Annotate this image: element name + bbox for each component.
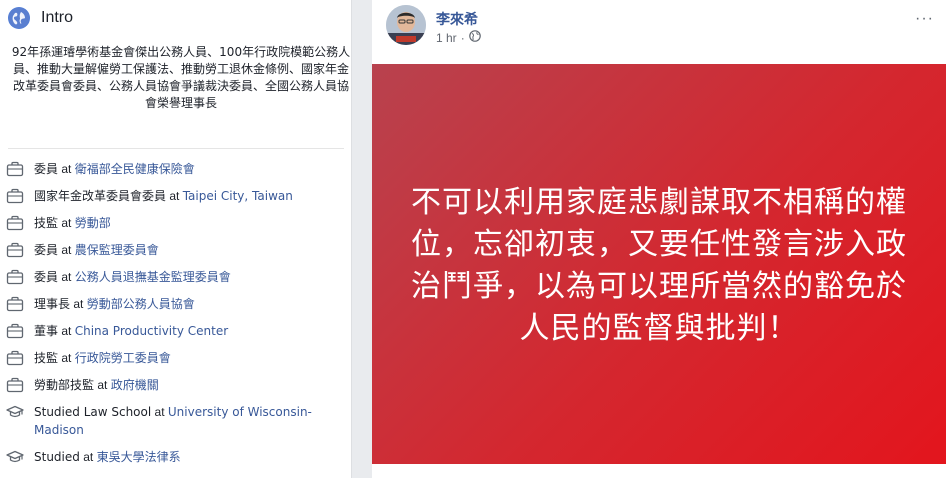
post-text-banner[interactable]: 不可以利用家庭悲劇謀取不相稱的權位，忘卻初衷，又要任性發言涉入政治鬥爭，以為可以… [372,64,946,464]
post-card: 李來希 1 hr · ··· 不可以利用家庭悲劇謀取不相稱的權位，忘卻初衷，又要… [372,0,946,478]
briefcase-icon [6,269,24,285]
intro-items: 委員 at 衛福部全民健康保險會 國家年金改革委員會委員 at Taipei Ci… [6,160,346,475]
intro-item-role: 董事 [34,324,59,338]
intro-item-at: at [58,243,75,257]
intro-item-org-link[interactable]: 勞動部 [75,216,111,230]
intro-list-item: 勞動部技監 at 政府機關 [6,376,346,394]
intro-item-org-link[interactable]: Taipei City, Taiwan [183,189,293,203]
intro-list-item: 國家年金改革委員會委員 at Taipei City, Taiwan [6,187,346,205]
intro-list-item: 理事長 at 勞動部公務人員協會 [6,295,346,313]
intro-item-role: 委員 [34,270,59,284]
intro-item-org-link[interactable]: China Productivity Center [75,324,228,338]
globe-icon[interactable] [468,30,481,45]
intro-item-at: at [79,450,97,464]
intro-item-org-link[interactable]: 勞動部公務人員協會 [87,297,195,311]
briefcase-icon [6,188,24,204]
post-meta: 1 hr · [436,30,481,45]
intro-list-item: 技監 at 勞動部 [6,214,346,232]
intro-item-role: 技監 [34,216,59,230]
briefcase-icon [6,377,24,393]
intro-item-role: 國家年金改革委員會委員 [34,189,167,203]
intro-item-at: at [58,162,75,176]
intro-item-at: at [58,216,75,230]
intro-item-at: at [58,351,75,365]
meta-separator: · [460,30,465,45]
intro-item-at: at [166,189,183,203]
author-avatar[interactable] [386,5,426,45]
intro-list-item: 董事 at China Productivity Center [6,322,346,340]
intro-item-at: at [151,405,168,419]
graduation-cap-icon [6,404,24,420]
intro-item-org-link[interactable]: 行政院勞工委員會 [75,351,171,365]
post-options-button[interactable]: ··· [915,10,934,28]
intro-item-role: Studied Law School [34,405,152,419]
intro-list-item: Studied at 東吳大學法律系 [6,448,346,466]
intro-list-item: Studied Law School at University of Wisc… [6,403,346,439]
intro-item-at: at [58,324,75,338]
briefcase-icon [6,161,24,177]
intro-item-role: 委員 [34,243,59,257]
intro-item-at: at [94,378,111,392]
intro-list-item: 委員 at 農保監理委員會 [6,241,346,259]
briefcase-icon [6,215,24,231]
intro-list-item: 委員 at 公務人員退撫基金監理委員會 [6,268,346,286]
intro-item-org-link[interactable]: 農保監理委員會 [75,243,159,257]
intro-item-at: at [58,270,75,284]
post-timestamp[interactable]: 1 hr [436,31,457,45]
intro-list-item: 委員 at 衛福部全民健康保險會 [6,160,346,178]
intro-item-role: Studied [34,450,80,464]
intro-list-item: 技監 at 行政院勞工委員會 [6,349,346,367]
intro-item-org-link[interactable]: 公務人員退撫基金監理委員會 [75,270,231,284]
intro-header: Intro [8,6,73,30]
briefcase-icon [6,296,24,312]
intro-item-at: at [70,297,87,311]
briefcase-icon [6,323,24,339]
intro-divider [8,148,344,149]
briefcase-icon [6,350,24,366]
intro-item-org-link[interactable]: 政府機關 [111,378,159,392]
post-author-name[interactable]: 李來希 [436,9,478,29]
intro-item-org-link[interactable]: 衛福部全民健康保險會 [75,162,195,176]
intro-item-role: 勞動部技監 [34,378,95,392]
post-banner-text: 不可以利用家庭悲劇謀取不相稱的權位，忘卻初衷，又要任性發言涉入政治鬥爭，以為可以… [411,185,907,346]
post-footer [372,464,946,478]
intro-item-role: 理事長 [34,297,71,311]
globe-icon [8,7,30,29]
intro-item-org-link[interactable]: 東吳大學法律系 [97,450,181,464]
intro-card: Intro 92年孫運璿學術基金會傑出公務人員、100年行政院模範公務人員、推動… [0,0,352,478]
intro-item-role: 技監 [34,351,59,365]
briefcase-icon [6,242,24,258]
intro-bio: 92年孫運璿學術基金會傑出公務人員、100年行政院模範公務人員、推動大量解僱勞工… [11,45,351,110]
intro-title: Intro [41,9,74,26]
graduation-cap-icon [6,449,24,465]
intro-item-role: 委員 [34,162,59,176]
